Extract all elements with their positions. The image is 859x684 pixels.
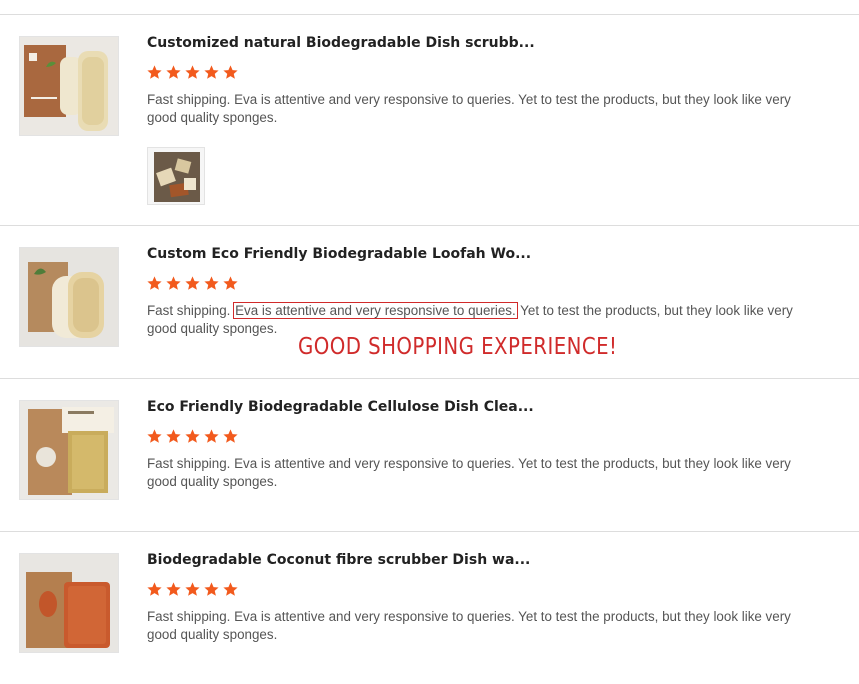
star-icon (185, 65, 200, 79)
review-text: Fast shipping. Eva is attentive and very… (147, 609, 791, 642)
star-icon (147, 582, 162, 596)
review-photo[interactable] (147, 147, 205, 205)
highlighted-phrase: Eva is attentive and very responsive to … (233, 302, 518, 319)
product-title[interactable]: Customized natural Biodegradable Dish sc… (147, 35, 535, 51)
star-icon (166, 429, 181, 443)
star-icon (166, 65, 181, 79)
product-thumbnail[interactable] (19, 400, 119, 500)
review-text: Fast shipping. Eva is attentive and very… (147, 92, 791, 125)
star-icon (204, 429, 219, 443)
review-text-start: Fast shipping. (147, 303, 235, 318)
star-icon (147, 65, 162, 79)
review-divider (0, 531, 859, 532)
star-icon (204, 276, 219, 290)
star-icon (223, 429, 238, 443)
star-icon (147, 276, 162, 290)
rating-stars (146, 64, 239, 81)
star-icon (204, 582, 219, 596)
product-title[interactable]: Eco Friendly Biodegradable Cellulose Dis… (147, 399, 534, 415)
review-text: Fast shipping. Eva is attentive and very… (147, 456, 791, 489)
review-text: Fast shipping. Eva is attentive and very… (147, 302, 802, 338)
star-icon (204, 65, 219, 79)
product-thumbnail[interactable] (19, 247, 119, 347)
star-icon (223, 65, 238, 79)
rating-stars (146, 581, 239, 598)
top-divider (0, 14, 859, 15)
star-icon (223, 276, 238, 290)
star-icon (185, 582, 200, 596)
star-icon (185, 276, 200, 290)
star-icon (166, 276, 181, 290)
product-title[interactable]: Biodegradable Coconut fibre scrubber Dis… (147, 552, 530, 568)
star-icon (147, 429, 162, 443)
star-icon (223, 582, 238, 596)
review-divider (0, 225, 859, 226)
review-divider (0, 378, 859, 379)
annotation-text: GOOD SHOPPING EXPERIENCE! (298, 334, 618, 360)
product-thumbnail[interactable] (19, 553, 119, 653)
product-thumbnail[interactable] (19, 36, 119, 136)
star-icon (185, 429, 200, 443)
rating-stars (146, 428, 239, 445)
star-icon (166, 582, 181, 596)
product-title[interactable]: Custom Eco Friendly Biodegradable Loofah… (147, 246, 531, 262)
rating-stars (146, 275, 239, 292)
